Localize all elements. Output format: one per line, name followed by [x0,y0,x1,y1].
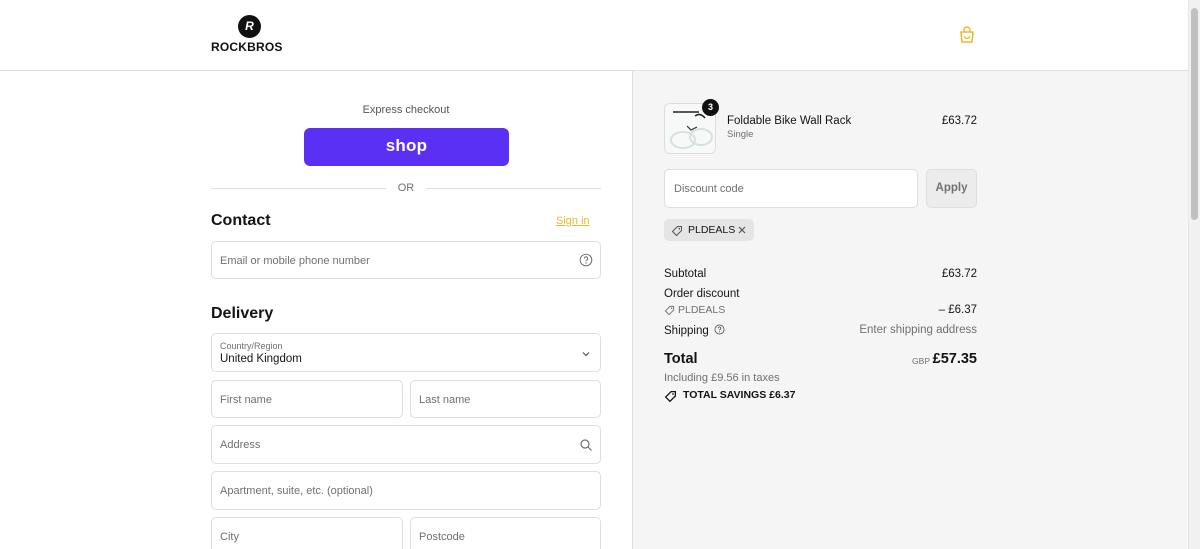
last-name-placeholder: Last name [419,394,471,406]
postcode-placeholder: Postcode [419,531,465,543]
discount-placeholder: Discount code [674,183,744,195]
city-field[interactable]: City [211,517,403,549]
quantity-badge: 3 [702,99,719,116]
country-select[interactable]: Country/Region United Kingdom [211,333,601,372]
first-name-placeholder: First name [220,394,272,406]
address-field[interactable]: Address [211,425,601,464]
question-circle-icon[interactable] [714,324,725,335]
shopping-bag-icon[interactable] [957,25,977,45]
shipping-label-row: Shipping [664,324,725,337]
first-name-field[interactable]: First name [211,380,403,418]
logo-mark: R [238,15,261,38]
product-name: Foldable Bike Wall Rack [727,115,852,127]
applied-code: PLDEALS [688,224,736,236]
city-placeholder: City [220,531,239,543]
total-label: Total [664,351,698,367]
tag-icon [664,305,675,316]
contact-title: Contact [211,212,271,229]
discount-value: – £6.37 [938,304,977,316]
discount-code-text: PLDEALS [678,304,726,316]
chevron-down-icon [580,347,594,361]
logo-text: ROCKBROS [211,40,283,54]
product-price: £63.72 [941,115,977,127]
order-discount-label: Order discount [664,288,740,300]
total-savings-text: TOTAL SAVINGS £6.37 [683,389,796,401]
total-value: £57.35 [932,351,977,367]
country-value: United Kingdom [220,353,302,365]
delivery-title: Delivery [211,305,274,322]
discount-code-input[interactable]: Discount code [664,169,918,208]
shipping-value: Enter shipping address [859,324,977,336]
subtotal-value: £63.72 [941,268,977,280]
postcode-field[interactable]: Postcode [410,517,601,549]
apartment-field[interactable]: Apartment, suite, etc. (optional) [211,471,601,510]
or-divider: OR [211,181,601,195]
or-text: OR [397,182,415,194]
applied-discount-chip: PLDEALS [664,219,754,241]
tag-icon [671,224,683,237]
product-variant: Single [727,129,754,140]
address-placeholder: Address [220,439,261,451]
email-field[interactable]: Email or mobile phone number [211,241,601,279]
shipping-label: Shipping [664,325,709,337]
sign-in-link[interactable]: Sign in [556,215,590,227]
taxes-note: Including £9.56 in taxes [664,372,780,384]
email-placeholder: Email or mobile phone number [220,255,370,267]
apartment-placeholder: Apartment, suite, etc. (optional) [220,485,373,497]
question-circle-icon[interactable] [579,253,593,267]
tag-icon [664,390,677,403]
apply-discount-button[interactable]: Apply [926,169,977,208]
brand-logo[interactable]: R ROCKBROS [211,15,291,55]
last-name-field[interactable]: Last name [410,380,601,418]
subtotal-label: Subtotal [664,268,707,280]
scrollbar-thumb[interactable] [1191,8,1198,220]
express-checkout-label: Express checkout [362,104,450,116]
shop-pay-button[interactable]: shop [304,128,509,166]
page-scrollbar[interactable] [1188,0,1200,549]
checkout-header: R ROCKBROS [0,0,1188,71]
country-label: Country/Region [220,341,283,351]
search-icon [579,438,593,452]
remove-discount-icon[interactable] [736,223,748,235]
